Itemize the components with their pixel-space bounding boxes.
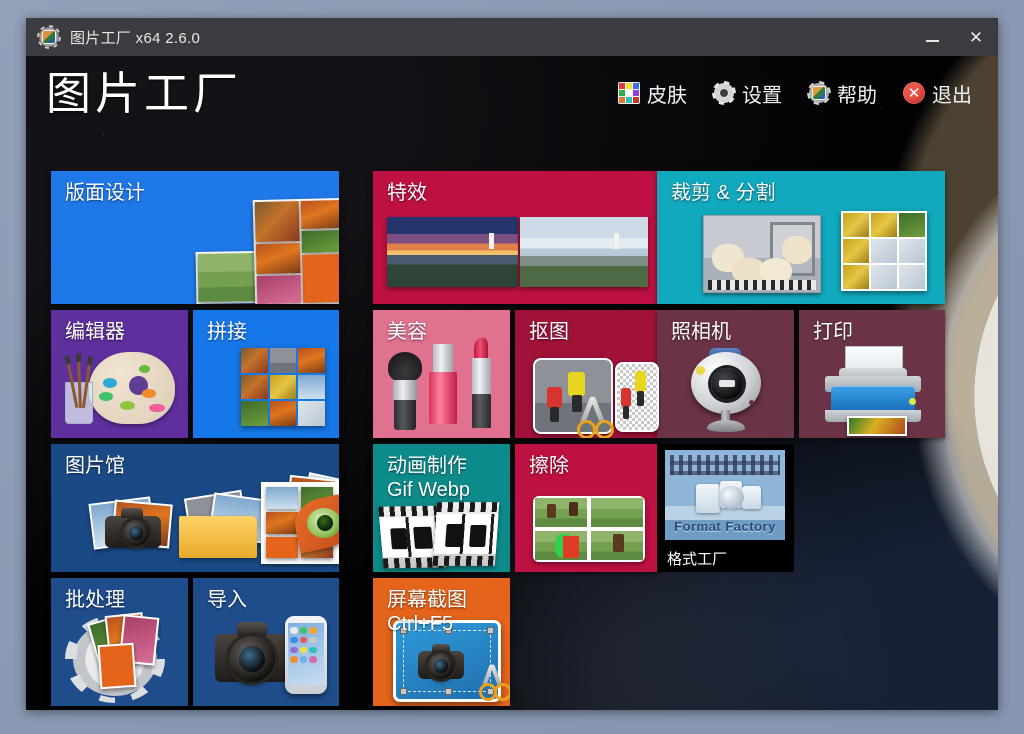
menu-item-settings-label: 设置 [742,84,782,107]
desktop-background: 图片工厂 x64 2.6.0 ✕ 图片工厂 皮肤 设置 帮助 ✕ 退出 版面设计… [0,0,1024,734]
menu-item-skin[interactable]: 皮肤 [614,76,691,111]
screenshot-art [373,578,510,706]
picture-factory-icon [39,27,59,47]
print-art [799,310,945,438]
erase-art [515,444,661,572]
tile-effects[interactable]: 特效 [373,171,661,304]
animation-art [373,444,510,572]
gallery-art [51,444,339,572]
close-button[interactable]: ✕ [954,18,998,56]
tile-print[interactable]: 打印 [799,310,945,438]
beauty-art [373,310,510,438]
title-bar: 图片工厂 x64 2.6.0 ✕ [26,18,998,56]
tile-gallery[interactable]: 图片馆 [51,444,339,572]
tile-animation[interactable]: 动画制作 Gif Webp [373,444,510,572]
menu-item-exit-label: 退出 [932,84,972,107]
stitch-art [193,310,339,438]
minimize-button[interactable] [910,18,954,56]
tile-camera[interactable]: 照相机 [657,310,794,438]
tile-stitch[interactable]: 拼接 [193,310,339,438]
app-header: 图片工厂 皮肤 设置 帮助 ✕ 退出 [26,56,998,130]
window-controls: ✕ [910,18,998,56]
tile-crop-split[interactable]: 裁剪 & 分割 [657,171,945,304]
help-icon [808,82,830,104]
tile-screenshot[interactable]: 屏幕截图 Ctrl+F5 [373,578,510,706]
crop-split-art [657,171,945,304]
header-menu: 皮肤 设置 帮助 ✕ 退出 [614,76,976,111]
tile-import[interactable]: 导入 [193,578,339,706]
exit-icon: ✕ [903,82,925,104]
menu-item-skin-label: 皮肤 [647,84,687,107]
application-body: 图片工厂 皮肤 设置 帮助 ✕ 退出 版面设计 编辑器 拼接 图片馆 批处理 导… [26,56,998,710]
skin-palette-icon [618,82,640,104]
effects-art [373,171,661,304]
application-window: 图片工厂 x64 2.6.0 ✕ 图片工厂 皮肤 设置 帮助 ✕ 退出 版面设计… [26,18,998,710]
tile-layout-design[interactable]: 版面设计 [51,171,339,304]
tile-editor[interactable]: 编辑器 [51,310,188,438]
menu-item-help-label: 帮助 [837,84,877,107]
minimize-icon [925,40,939,42]
tile-batch-process[interactable]: 批处理 [51,578,188,706]
gear-icon [713,82,735,104]
tile-format-factory[interactable]: Format Factory 格式工厂 [657,444,794,572]
tile-beauty[interactable]: 美容 [373,310,510,438]
close-icon: ✕ [968,27,984,47]
import-art [193,578,339,706]
menu-item-help[interactable]: 帮助 [804,76,881,111]
window-title: 图片工厂 x64 2.6.0 [70,29,201,47]
editor-art [51,310,188,438]
page-title: 图片工厂 [46,67,243,119]
format-factory-caption: 格式工厂 [667,551,728,568]
format-factory-brand: Format Factory [674,518,776,534]
batch-process-art [51,578,188,706]
layout-design-art [51,171,339,304]
menu-item-settings[interactable]: 设置 [709,76,786,111]
menu-item-exit[interactable]: ✕ 退出 [899,76,976,111]
tile-cutout[interactable]: 抠图 [515,310,661,438]
camera-art [657,310,794,438]
cutout-art [515,310,661,438]
tile-erase[interactable]: 擦除 [515,444,661,572]
format-factory-art: Format Factory 格式工厂 [657,444,794,572]
